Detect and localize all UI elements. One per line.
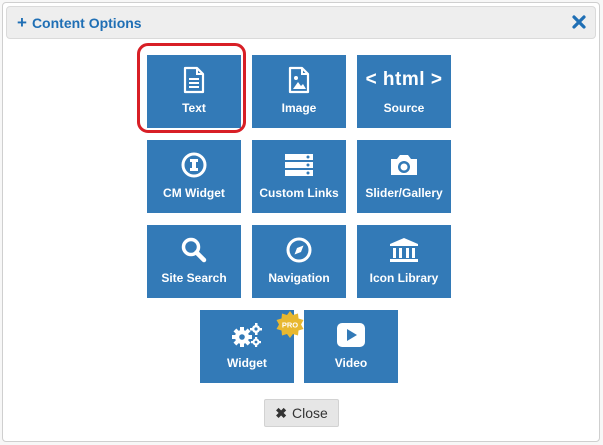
navigation-tile[interactable]: Navigation [252, 225, 346, 298]
pro-badge-icon: PRO [276, 311, 304, 338]
slider-gallery-tile-label: Slider/Gallery [365, 186, 443, 200]
cm-widget-tile-label: CM Widget [163, 186, 225, 200]
icon-library-tile[interactable]: Icon Library [357, 225, 451, 298]
video-tile-label: Video [334, 356, 368, 370]
image-tile-label: Image [281, 101, 317, 115]
text-tile-label: Text [182, 101, 206, 115]
custom-links-tile[interactable]: Custom Links [252, 140, 346, 213]
dialog-title: + Content Options [17, 7, 142, 38]
play-icon [336, 320, 366, 350]
slider-gallery-tile[interactable]: Slider/Gallery [357, 140, 451, 213]
compass-icon [285, 235, 313, 265]
close-button[interactable]: ✖ Close [264, 399, 339, 427]
list-icon [284, 150, 314, 180]
video-tile[interactable]: Video [304, 310, 398, 383]
plus-icon: + [17, 13, 27, 32]
institution-icon [388, 235, 420, 265]
site-search-tile-label: Site Search [161, 271, 227, 285]
site-search-tile[interactable]: Site Search [147, 225, 241, 298]
document-icon [183, 65, 205, 95]
source-tile[interactable]: < html > Source [357, 55, 451, 128]
dialog-titlebar: + Content Options [6, 6, 596, 39]
close-button-label: Close [291, 405, 328, 421]
image-tile[interactable]: Image [252, 55, 346, 128]
gears-icon [230, 320, 264, 350]
camera-icon [388, 150, 420, 180]
navigation-tile-label: Navigation [268, 271, 330, 285]
close-x-icon: ✖ [275, 404, 287, 421]
cm-widget-icon [180, 150, 208, 180]
text-tile[interactable]: Text [147, 55, 241, 128]
close-icon[interactable] [571, 14, 587, 30]
icon-library-tile-label: Icon Library [369, 271, 439, 285]
dialog-title-text: Content Options [31, 14, 142, 31]
widget-tile-label: Widget [227, 356, 267, 370]
search-icon [180, 235, 208, 265]
pro-badge-text: PRO [282, 321, 298, 330]
source-tile-label: Source [383, 101, 425, 115]
html-code-icon: < html > [365, 69, 443, 90]
image-icon [288, 65, 310, 95]
custom-links-tile-label: Custom Links [259, 186, 339, 200]
cm-widget-tile[interactable]: CM Widget [147, 140, 241, 213]
